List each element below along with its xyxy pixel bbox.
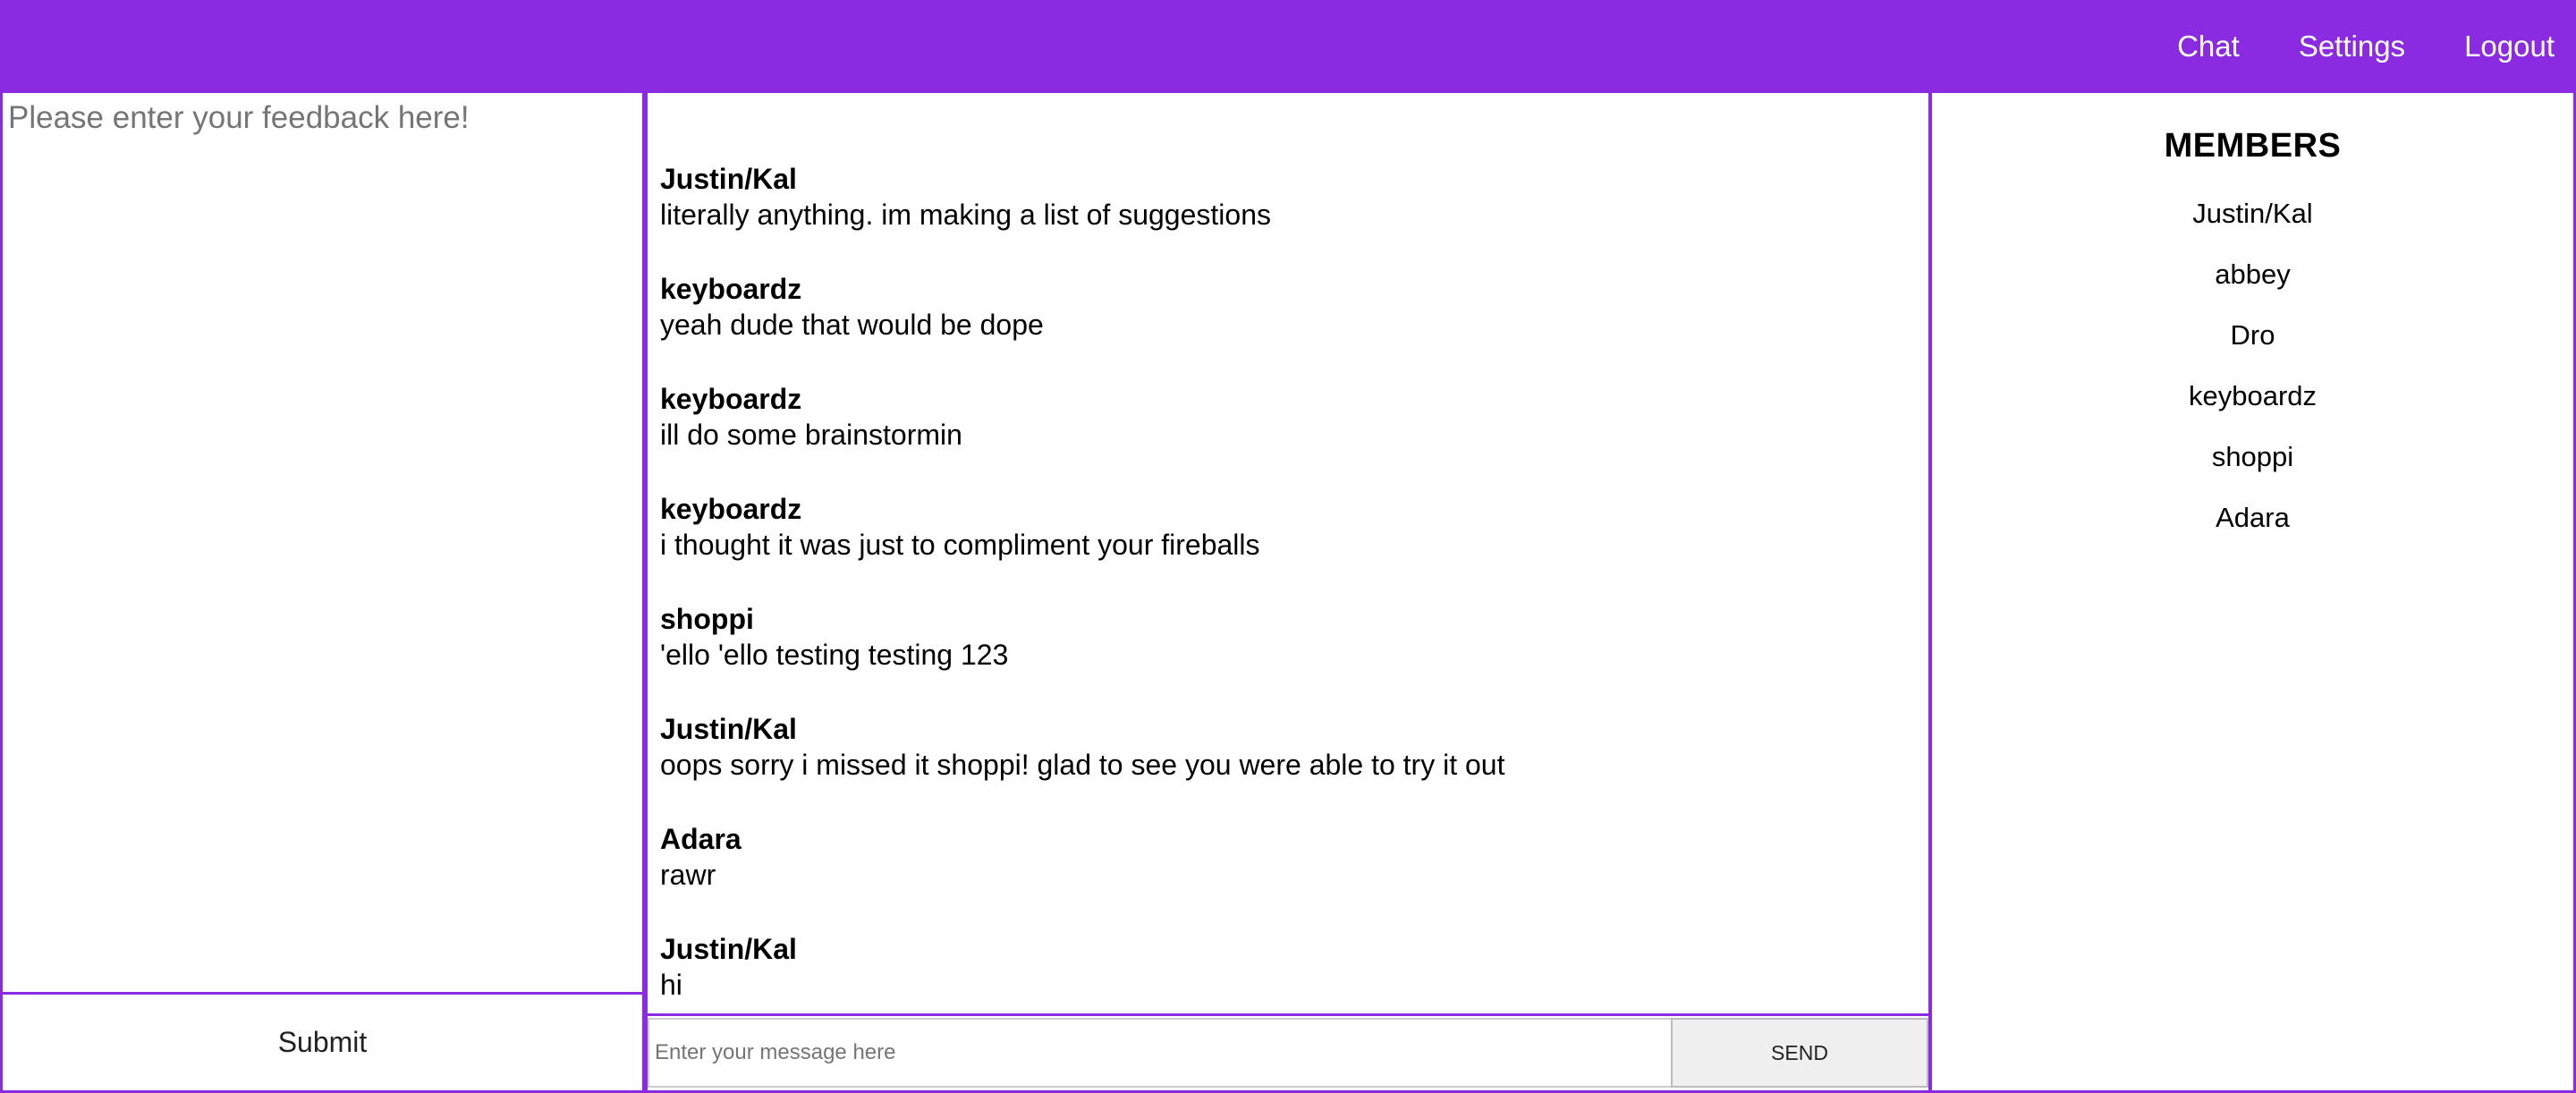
submit-button[interactable]: Submit <box>3 992 642 1090</box>
message-author: Justin/Kal <box>660 713 797 745</box>
message-text: ill do some brainstormin <box>660 419 962 451</box>
message-text: 'ello 'ello testing testing 123 <box>660 639 1009 671</box>
message-item: keyboardz yeah dude that would be dope <box>660 271 1916 343</box>
message-item: keyboardz ill do some brainstormin <box>660 381 1916 453</box>
message-item: shoppi 'ello 'ello testing testing 123 <box>660 601 1916 673</box>
member-item: abbey <box>2215 258 2291 290</box>
members-panel: MEMBERS Justin/Kal abbey Dro keyboardz s… <box>1932 93 2576 1093</box>
feedback-panel: Submit <box>0 93 645 1093</box>
message-author: Adara <box>660 823 741 855</box>
message-composer: SEND <box>648 1016 1928 1093</box>
feedback-textarea[interactable] <box>3 93 642 987</box>
message-item: keyboardz i thought it was just to compl… <box>660 491 1916 563</box>
top-nav-bar: Chat Settings Logout <box>0 0 2576 93</box>
member-item: Justin/Kal <box>2192 198 2313 229</box>
member-item: Adara <box>2216 502 2290 533</box>
message-author: shoppi <box>660 603 754 635</box>
message-author: Justin/Kal <box>660 163 797 195</box>
message-author: keyboardz <box>660 493 802 525</box>
nav-settings-link[interactable]: Settings <box>2299 30 2405 64</box>
message-text: literally anything. im making a list of … <box>660 199 1271 231</box>
message-list[interactable]: Justin/Kal literally anything. im making… <box>648 93 1928 1016</box>
message-text: i thought it was just to compliment your… <box>660 529 1260 561</box>
message-author: keyboardz <box>660 273 802 305</box>
message-list-content: Justin/Kal literally anything. im making… <box>660 123 1916 1003</box>
message-input[interactable] <box>648 1018 1671 1088</box>
member-item: Dro <box>2230 319 2275 351</box>
message-item: Justin/Kal hi <box>660 931 1916 1003</box>
member-item: keyboardz <box>2188 380 2318 411</box>
message-item: Adara rawr <box>660 821 1916 893</box>
message-item: Justin/Kal oops sorry i missed it shoppi… <box>660 711 1916 783</box>
members-heading: MEMBERS <box>2164 127 2342 165</box>
member-list: Justin/Kal abbey Dro keyboardz shoppi Ad… <box>1932 183 2573 548</box>
nav-chat-link[interactable]: Chat <box>2177 30 2240 64</box>
message-text: hi <box>660 969 682 1001</box>
message-text: yeah dude that would be dope <box>660 309 1044 341</box>
message-author: Justin/Kal <box>660 933 797 965</box>
nav-logout-link[interactable]: Logout <box>2464 30 2555 64</box>
message-item: Justin/Kal literally anything. im making… <box>660 161 1916 233</box>
message-text: rawr <box>660 859 716 891</box>
chat-panel: Justin/Kal literally anything. im making… <box>644 93 1932 1093</box>
member-item: shoppi <box>2211 441 2294 472</box>
message-text: oops sorry i missed it shoppi! glad to s… <box>660 749 1505 781</box>
message-author: keyboardz <box>660 383 802 415</box>
send-button[interactable]: SEND <box>1671 1018 1928 1088</box>
